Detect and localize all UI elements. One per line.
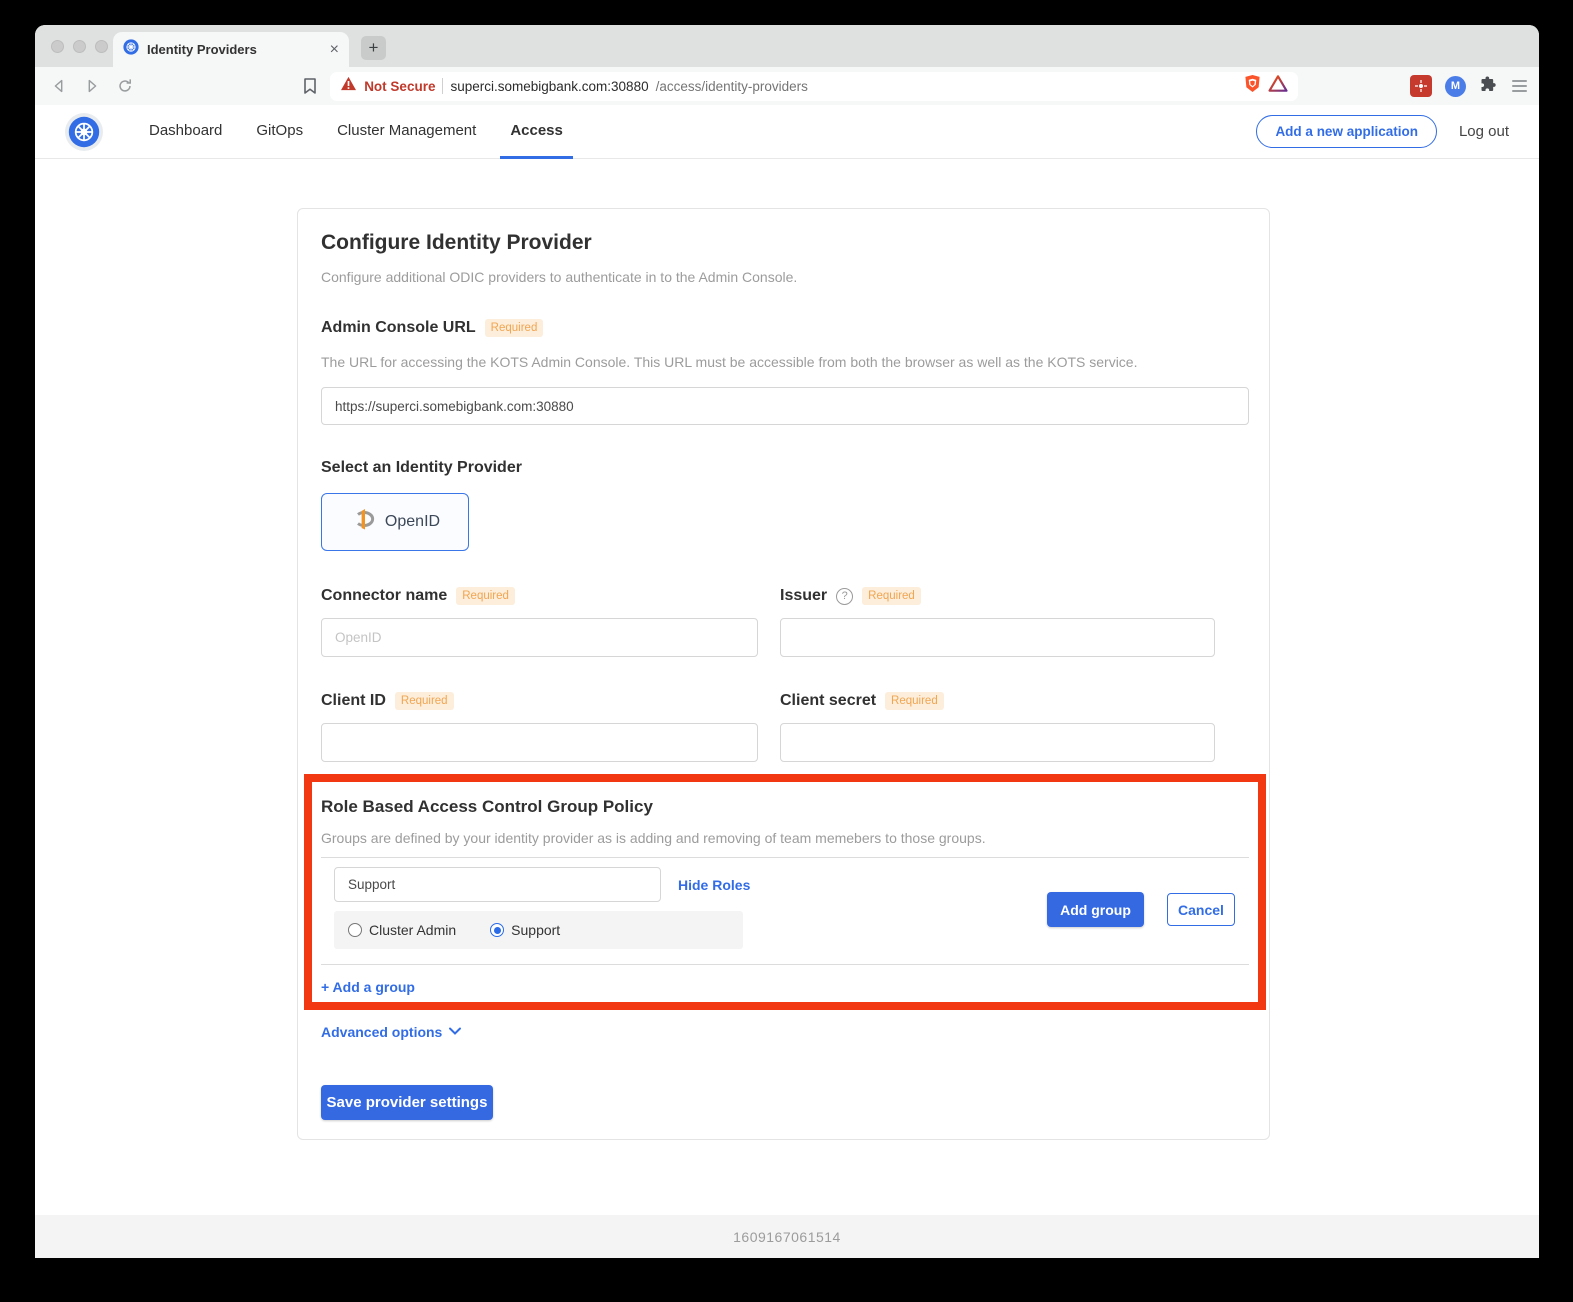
- client-id-input[interactable]: [321, 723, 758, 762]
- save-provider-settings-button[interactable]: Save provider settings: [321, 1085, 493, 1120]
- page-content: Configure Identity Provider Configure ad…: [35, 159, 1539, 1215]
- page-footer: 1609167061514: [35, 1215, 1539, 1258]
- browser-toolbar: Not Secure superci.somebigbank.com:30880…: [35, 67, 1539, 105]
- close-tab-icon[interactable]: ×: [330, 42, 339, 58]
- reload-icon[interactable]: [113, 73, 138, 99]
- new-tab-button[interactable]: +: [361, 36, 386, 60]
- brave-shield-icon[interactable]: [1244, 74, 1261, 98]
- openid-icon: [350, 506, 376, 539]
- required-badge: Required: [485, 319, 544, 337]
- nav-item-access[interactable]: Access: [500, 105, 573, 159]
- profile-avatar-icon[interactable]: M: [1445, 76, 1466, 97]
- hide-roles-link[interactable]: Hide Roles: [678, 877, 750, 893]
- admin-console-url-help: The URL for accessing the KOTS Admin Con…: [321, 354, 1137, 370]
- admin-console-url-label: Admin Console URL Required: [321, 319, 543, 337]
- browser-tab[interactable]: Identity Providers ×: [113, 32, 349, 67]
- role-option-support[interactable]: Support: [490, 922, 560, 938]
- divider: [321, 964, 1249, 965]
- url-host: superci.somebigbank.com:30880: [450, 79, 648, 94]
- browser-menu-icon[interactable]: [1512, 80, 1527, 92]
- role-option-cluster-admin[interactable]: Cluster Admin: [348, 922, 456, 938]
- admin-console-url-input[interactable]: [321, 387, 1249, 425]
- radio-checked-icon[interactable]: [490, 923, 504, 937]
- extension-area: M: [1410, 74, 1527, 99]
- forward-icon[interactable]: [80, 73, 105, 99]
- url-divider: [442, 78, 443, 94]
- footer-timestamp: 1609167061514: [733, 1229, 841, 1245]
- url-path: /access/identity-providers: [656, 79, 808, 94]
- address-bar[interactable]: Not Secure superci.somebigbank.com:30880…: [330, 72, 1298, 101]
- cancel-button[interactable]: Cancel: [1167, 893, 1235, 926]
- not-secure-label: Not Secure: [364, 79, 435, 94]
- extension-badge-icon[interactable]: [1410, 75, 1432, 97]
- kubernetes-logo-icon: [65, 113, 103, 151]
- required-badge: Required: [885, 692, 944, 710]
- add-new-application-button[interactable]: Add a new application: [1256, 115, 1437, 148]
- zoom-window-button[interactable]: [95, 40, 108, 53]
- nav-item-cluster-management[interactable]: Cluster Management: [327, 105, 486, 159]
- nav-item-dashboard[interactable]: Dashboard: [139, 105, 232, 159]
- client-secret-label: Client secret Required: [780, 692, 944, 710]
- logout-link[interactable]: Log out: [1459, 123, 1509, 140]
- chevron-down-icon: [448, 1023, 462, 1041]
- divider: [321, 857, 1249, 858]
- kubernetes-favicon-icon: [123, 39, 139, 60]
- openid-label: OpenID: [385, 513, 440, 531]
- nav-item-gitops[interactable]: GitOps: [246, 105, 313, 159]
- required-badge: Required: [456, 587, 515, 605]
- required-badge: Required: [395, 692, 454, 710]
- page-subtitle: Configure additional ODIC providers to a…: [321, 269, 797, 285]
- advanced-options-toggle[interactable]: Advanced options: [321, 1023, 462, 1041]
- tab-title: Identity Providers: [147, 42, 322, 57]
- help-icon[interactable]: ?: [836, 588, 853, 605]
- add-group-button[interactable]: Add group: [1047, 892, 1144, 927]
- connector-name-input[interactable]: [321, 618, 758, 657]
- issuer-label: Issuer ? Required: [780, 587, 921, 605]
- radio-unchecked-icon[interactable]: [348, 923, 362, 937]
- back-icon[interactable]: [47, 73, 72, 99]
- bat-triangle-icon[interactable]: [1268, 75, 1288, 97]
- tab-strip: Identity Providers × +: [35, 25, 1539, 67]
- app-header: Dashboard GitOps Cluster Management Acce…: [35, 105, 1539, 159]
- group-name-input[interactable]: [334, 867, 661, 902]
- select-identity-provider-label: Select an Identity Provider: [321, 459, 522, 477]
- identity-provider-card: Configure Identity Provider Configure ad…: [297, 208, 1270, 1140]
- client-secret-input[interactable]: [780, 723, 1215, 762]
- role-options-panel: Cluster Admin Support: [334, 911, 743, 949]
- rbac-section-subtitle: Groups are defined by your identity prov…: [321, 830, 986, 846]
- rbac-section-title: Role Based Access Control Group Policy: [321, 797, 653, 817]
- puzzle-extensions-icon[interactable]: [1479, 74, 1499, 99]
- client-id-label: Client ID Required: [321, 692, 454, 710]
- page-title: Configure Identity Provider: [321, 231, 592, 255]
- minimize-window-button[interactable]: [73, 40, 86, 53]
- openid-provider-tile[interactable]: OpenID: [321, 493, 469, 551]
- window-controls: [51, 40, 108, 53]
- warning-triangle-icon: [340, 76, 357, 96]
- connector-name-label: Connector name Required: [321, 587, 515, 605]
- bookmark-icon[interactable]: [297, 73, 322, 99]
- add-a-group-link[interactable]: + Add a group: [321, 979, 415, 995]
- issuer-input[interactable]: [780, 618, 1215, 657]
- required-badge: Required: [862, 587, 921, 605]
- close-window-button[interactable]: [51, 40, 64, 53]
- browser-window: Identity Providers × + Not Secure superc…: [35, 25, 1539, 1258]
